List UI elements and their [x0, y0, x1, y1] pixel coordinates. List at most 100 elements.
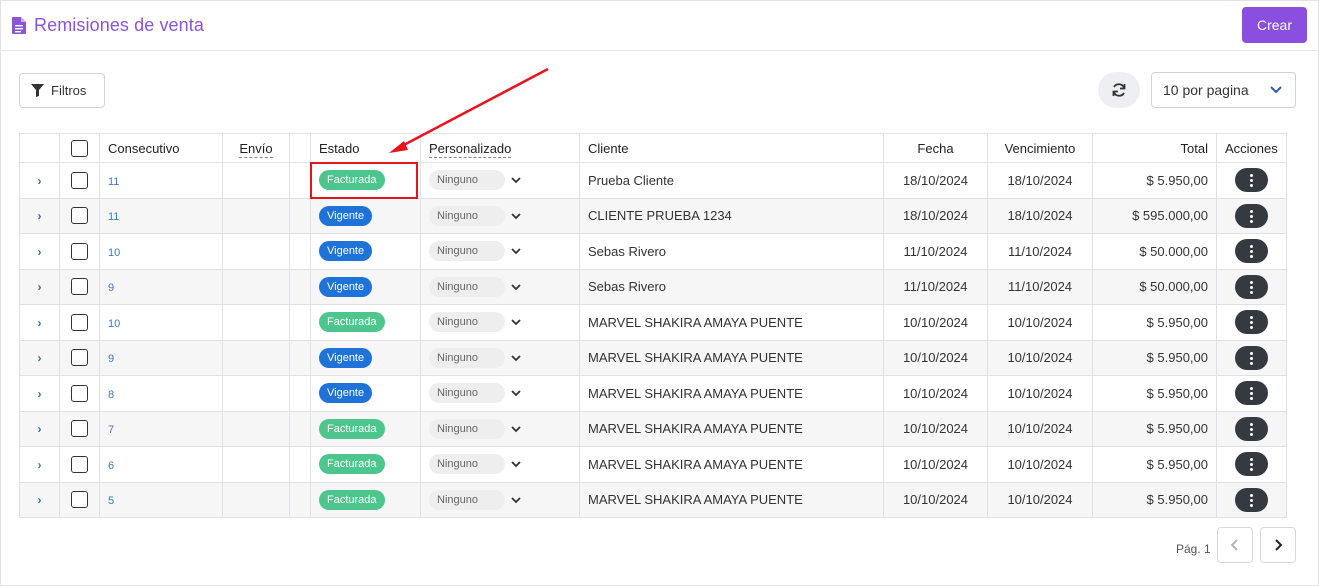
row-checkbox[interactable] [71, 278, 88, 296]
header-estado[interactable]: Estado [310, 133, 421, 163]
status-badge: Facturada [319, 312, 385, 333]
chevron-right-icon[interactable]: › [38, 316, 42, 330]
consecutivo-link[interactable]: 11 [108, 176, 119, 188]
consecutivo-link[interactable]: 6 [108, 460, 114, 472]
acciones-cell [1216, 268, 1287, 305]
chevron-right-icon[interactable]: › [38, 245, 42, 259]
personalizado-value: Ninguno [429, 276, 505, 297]
consecutivo-cell: 9 [99, 268, 223, 305]
status-badge: Facturada [319, 489, 385, 510]
consecutivo-link[interactable]: 10 [108, 318, 120, 330]
chevron-right-icon[interactable]: › [38, 458, 42, 472]
consecutivo-link[interactable]: 9 [108, 282, 114, 294]
fecha-cell: 10/10/2024 [883, 446, 988, 483]
personalizado-select[interactable]: Ninguno [429, 383, 521, 404]
row-actions-button[interactable] [1234, 345, 1268, 370]
row-checkbox[interactable] [71, 313, 88, 331]
personalizado-select[interactable]: Ninguno [429, 347, 521, 368]
consecutivo-link[interactable]: 7 [108, 424, 114, 436]
consecutivo-link[interactable]: 5 [108, 495, 114, 507]
personalizado-value: Ninguno [429, 170, 505, 191]
header-fecha[interactable]: Fecha [883, 133, 988, 163]
acciones-cell [1216, 446, 1287, 483]
row-checkbox[interactable] [71, 242, 88, 260]
pagination-next-button[interactable] [1260, 527, 1296, 563]
chevron-right-icon[interactable]: › [38, 351, 42, 365]
consecutivo-link[interactable]: 11 [108, 211, 119, 223]
remisiones-table: Consecutivo Envío Estado Personalizado C… [19, 133, 1287, 518]
fecha-cell: 11/10/2024 [883, 233, 988, 270]
chevron-right-icon[interactable]: › [38, 493, 42, 507]
row-checkbox[interactable] [71, 491, 88, 509]
header-envio[interactable]: Envío [222, 133, 290, 163]
estado-cell: Facturada [310, 446, 421, 483]
personalizado-select[interactable]: Ninguno [429, 205, 521, 226]
annotation-highlight-box [310, 162, 418, 199]
per-page-select[interactable]: 10 por pagina [1151, 72, 1296, 108]
personalizado-cell: Ninguno [420, 268, 580, 305]
consecutivo-cell: 10 [99, 233, 223, 270]
header-total[interactable]: Total [1092, 133, 1217, 163]
personalizado-select[interactable]: Ninguno [429, 489, 521, 510]
acciones-cell [1216, 410, 1287, 447]
cliente-cell: CLIENTE PRUEBA 1234 [579, 197, 884, 234]
row-expand-cell: › [19, 268, 60, 305]
row-checkbox[interactable] [71, 207, 88, 225]
chevron-right-icon[interactable]: › [38, 280, 42, 294]
row-actions-button[interactable] [1234, 310, 1268, 335]
personalizado-cell: Ninguno [420, 339, 580, 376]
chevron-right-icon[interactable]: › [38, 209, 42, 223]
refresh-button[interactable] [1098, 72, 1140, 108]
consecutivo-link[interactable]: 10 [108, 247, 120, 259]
row-actions-button[interactable] [1234, 239, 1268, 264]
create-button[interactable]: Crear [1242, 7, 1307, 43]
consecutivo-link[interactable]: 9 [108, 353, 114, 365]
row-checkbox[interactable] [71, 349, 88, 367]
header-cliente[interactable]: Cliente [579, 133, 884, 163]
row-actions-button[interactable] [1234, 203, 1268, 228]
page-header: Remisiones de venta Crear [0, 0, 1319, 51]
table-row: › 10 Vigente Ninguno Sebas Rivero 11/10/2024 1… [19, 233, 1287, 270]
row-actions-button[interactable] [1234, 487, 1268, 512]
personalizado-cell: Ninguno [420, 197, 580, 234]
personalizado-select[interactable]: Ninguno [429, 418, 521, 439]
consecutivo-cell: 10 [99, 304, 223, 341]
row-expand-cell: › [19, 233, 60, 270]
consecutivo-link[interactable]: 8 [108, 389, 114, 401]
row-actions-button[interactable] [1234, 381, 1268, 406]
row-checkbox[interactable] [71, 171, 88, 189]
chevron-right-icon[interactable]: › [38, 174, 42, 188]
header-vencimiento[interactable]: Vencimiento [987, 133, 1093, 163]
personalizado-value: Ninguno [429, 383, 505, 404]
select-all-checkbox[interactable] [71, 139, 88, 157]
row-checkbox[interactable] [71, 420, 88, 438]
row-checkbox[interactable] [71, 384, 88, 402]
header-consecutivo[interactable]: Consecutivo [99, 133, 223, 163]
filters-button[interactable]: Filtros [19, 73, 105, 108]
chevron-right-icon[interactable]: › [38, 387, 42, 401]
personalizado-select[interactable]: Ninguno [429, 276, 521, 297]
row-select-cell [59, 268, 100, 305]
cliente-cell: MARVEL SHAKIRA AMAYA PUENTE [579, 446, 884, 483]
personalizado-value: Ninguno [429, 312, 505, 333]
status-badge: Vigente [319, 205, 373, 226]
pagination-prev-button[interactable] [1217, 527, 1253, 563]
personalizado-select[interactable]: Ninguno [429, 170, 521, 191]
row-actions-button[interactable] [1234, 168, 1268, 193]
chevron-down-icon [511, 497, 521, 504]
chevron-right-icon[interactable]: › [38, 422, 42, 436]
row-checkbox[interactable] [71, 455, 88, 473]
header-personalizado[interactable]: Personalizado [420, 133, 580, 163]
row-actions-button[interactable] [1234, 452, 1268, 477]
table-row: › 8 Vigente Ninguno MARVEL SHAKIRA AMAYA PUE… [19, 375, 1287, 412]
estado-cell: Facturada [310, 410, 421, 447]
acciones-cell [1216, 197, 1287, 234]
personalizado-select[interactable]: Ninguno [429, 312, 521, 333]
row-actions-button[interactable] [1234, 416, 1268, 441]
consecutivo-cell: 5 [99, 481, 223, 518]
personalizado-select[interactable]: Ninguno [429, 454, 521, 475]
row-actions-button[interactable] [1234, 274, 1268, 299]
fecha-cell: 10/10/2024 [883, 375, 988, 412]
personalizado-select[interactable]: Ninguno [429, 241, 521, 262]
cliente-cell: Sebas Rivero [579, 233, 884, 270]
